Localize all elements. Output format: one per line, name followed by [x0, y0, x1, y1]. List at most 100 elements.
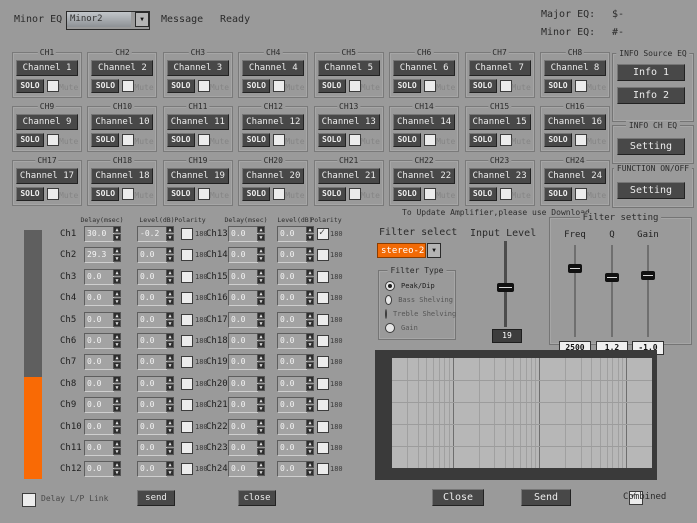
filter-type-option[interactable]: Peak/Dip — [385, 279, 453, 293]
spin-down-icon[interactable]: ▼ — [166, 362, 174, 369]
level-spinbox-value[interactable]: 0.0 — [277, 461, 307, 477]
mute-checkbox[interactable] — [47, 134, 59, 146]
mute-checkbox[interactable] — [47, 188, 59, 200]
spin-down-icon[interactable]: ▼ — [113, 234, 121, 241]
channel-name-button[interactable]: Channel 17 — [16, 168, 78, 184]
mute-checkbox[interactable] — [500, 80, 512, 92]
spin-down-icon[interactable]: ▼ — [257, 469, 265, 476]
spin-down-icon[interactable]: ▼ — [306, 234, 314, 241]
spin-up-icon[interactable]: ▲ — [306, 376, 314, 383]
mute-checkbox[interactable] — [424, 188, 436, 200]
spin-up-icon[interactable]: ▲ — [306, 397, 314, 404]
channel-name-button[interactable]: Channel 13 — [318, 114, 380, 130]
filter-slider-handle[interactable] — [641, 271, 655, 280]
spin-down-icon[interactable]: ▼ — [306, 384, 314, 391]
filter-slider-handle[interactable] — [568, 264, 582, 273]
chevron-down-icon[interactable]: ▼ — [427, 243, 441, 258]
spin-up-icon[interactable]: ▲ — [306, 333, 314, 340]
solo-button[interactable]: SOLO — [16, 133, 44, 147]
channel-name-button[interactable]: Channel 20 — [242, 168, 304, 184]
delay-spinbox-value[interactable]: 0.0 — [228, 269, 258, 285]
spin-up-icon[interactable]: ▲ — [257, 290, 265, 297]
spin-up-icon[interactable]: ▲ — [257, 312, 265, 319]
solo-button[interactable]: SOLO — [91, 133, 119, 147]
spin-down-icon[interactable]: ▼ — [257, 320, 265, 327]
polarity-checkbox[interactable] — [317, 399, 329, 411]
spin-down-icon[interactable]: ▼ — [166, 277, 174, 284]
polarity-checkbox[interactable] — [317, 421, 329, 433]
filter-slider-handle[interactable] — [605, 273, 619, 282]
level-spinbox-value[interactable]: 0.0 — [137, 397, 167, 413]
level-spinbox-value[interactable]: 0.0 — [277, 397, 307, 413]
solo-button[interactable]: SOLO — [393, 79, 421, 93]
spin-up-icon[interactable]: ▲ — [257, 419, 265, 426]
channel-name-button[interactable]: Channel 18 — [91, 168, 153, 184]
channel-name-button[interactable]: Channel 16 — [544, 114, 606, 130]
polarity-checkbox[interactable] — [181, 292, 193, 304]
spin-up-icon[interactable]: ▲ — [113, 419, 121, 426]
spin-down-icon[interactable]: ▼ — [306, 277, 314, 284]
solo-button[interactable]: SOLO — [469, 79, 497, 93]
filter-slider-track[interactable] — [574, 245, 576, 337]
mute-checkbox[interactable] — [500, 188, 512, 200]
spin-down-icon[interactable]: ▼ — [257, 234, 265, 241]
spin-up-icon[interactable]: ▲ — [113, 376, 121, 383]
spin-down-icon[interactable]: ▼ — [113, 362, 121, 369]
polarity-checkbox[interactable] — [317, 292, 329, 304]
spin-up-icon[interactable]: ▲ — [306, 247, 314, 254]
mute-checkbox[interactable] — [122, 188, 134, 200]
solo-button[interactable]: SOLO — [16, 79, 44, 93]
delay-spinbox-value[interactable]: 0.0 — [84, 312, 114, 328]
solo-button[interactable]: SOLO — [16, 187, 44, 201]
level-spinbox-value[interactable]: 0.0 — [277, 333, 307, 349]
channel-name-button[interactable]: Channel 24 — [544, 168, 606, 184]
radio-icon[interactable] — [385, 295, 392, 305]
spin-up-icon[interactable]: ▲ — [166, 440, 174, 447]
channel-name-button[interactable]: Channel 6 — [393, 60, 455, 76]
spin-down-icon[interactable]: ▼ — [113, 341, 121, 348]
spin-up-icon[interactable]: ▲ — [166, 397, 174, 404]
spin-up-icon[interactable]: ▲ — [257, 440, 265, 447]
solo-button[interactable]: SOLO — [393, 187, 421, 201]
radio-icon[interactable] — [385, 281, 395, 291]
delay-spinbox-value[interactable]: 0.0 — [84, 290, 114, 306]
spin-up-icon[interactable]: ▲ — [166, 312, 174, 319]
info-1-button[interactable]: Info 1 — [617, 64, 685, 81]
filter-type-option[interactable]: Gain — [385, 321, 453, 335]
solo-button[interactable]: SOLO — [318, 79, 346, 93]
send-lower-button[interactable]: send — [137, 490, 175, 506]
channel-name-button[interactable]: Channel 21 — [318, 168, 380, 184]
spin-down-icon[interactable]: ▼ — [166, 427, 174, 434]
solo-button[interactable]: SOLO — [91, 187, 119, 201]
delay-spinbox-value[interactable]: 0.0 — [84, 419, 114, 435]
spin-up-icon[interactable]: ▲ — [257, 269, 265, 276]
spin-up-icon[interactable]: ▲ — [166, 461, 174, 468]
radio-icon[interactable] — [385, 309, 387, 319]
mute-checkbox[interactable] — [424, 134, 436, 146]
filter-select-dropdown[interactable]: stereo-2 ▼ — [377, 243, 441, 258]
delay-spinbox-value[interactable]: 0.0 — [228, 397, 258, 413]
chevron-down-icon[interactable]: ▼ — [135, 12, 149, 27]
spin-up-icon[interactable]: ▲ — [166, 247, 174, 254]
channel-name-button[interactable]: Channel 23 — [469, 168, 531, 184]
delay-spinbox-value[interactable]: 0.0 — [228, 376, 258, 392]
mute-checkbox[interactable] — [575, 80, 587, 92]
level-spinbox-value[interactable]: -0.2 — [137, 226, 167, 242]
spin-down-icon[interactable]: ▼ — [166, 469, 174, 476]
spin-up-icon[interactable]: ▲ — [257, 247, 265, 254]
level-spinbox-value[interactable]: 0.0 — [137, 440, 167, 456]
mute-checkbox[interactable] — [273, 134, 285, 146]
spin-down-icon[interactable]: ▼ — [113, 427, 121, 434]
spin-down-icon[interactable]: ▼ — [113, 384, 121, 391]
spin-down-icon[interactable]: ▼ — [257, 255, 265, 262]
polarity-checkbox[interactable] — [181, 463, 193, 475]
solo-button[interactable]: SOLO — [318, 187, 346, 201]
delay-spinbox-value[interactable]: 0.0 — [228, 312, 258, 328]
channel-name-button[interactable]: Channel 11 — [167, 114, 229, 130]
level-spinbox-value[interactable]: 0.0 — [277, 312, 307, 328]
mute-checkbox[interactable] — [424, 80, 436, 92]
spin-down-icon[interactable]: ▼ — [257, 384, 265, 391]
solo-button[interactable]: SOLO — [393, 133, 421, 147]
delay-spinbox-value[interactable]: 0.0 — [84, 440, 114, 456]
level-spinbox-value[interactable]: 0.0 — [137, 354, 167, 370]
